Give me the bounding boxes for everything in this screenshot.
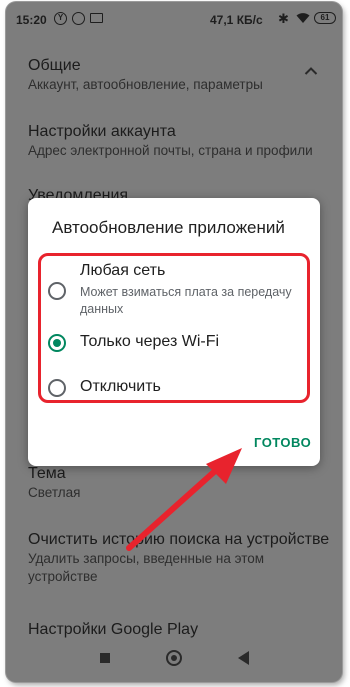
annotation-arrow-icon <box>126 448 242 551</box>
phone-screen: 15:20 Y 47,1 КБ/с ✱ 61 Общие Аккаунт, ав… <box>6 2 342 682</box>
navigation-bar <box>6 642 342 682</box>
home-icon[interactable] <box>166 650 182 666</box>
recents-icon[interactable] <box>100 653 110 663</box>
back-icon[interactable] <box>238 651 249 665</box>
